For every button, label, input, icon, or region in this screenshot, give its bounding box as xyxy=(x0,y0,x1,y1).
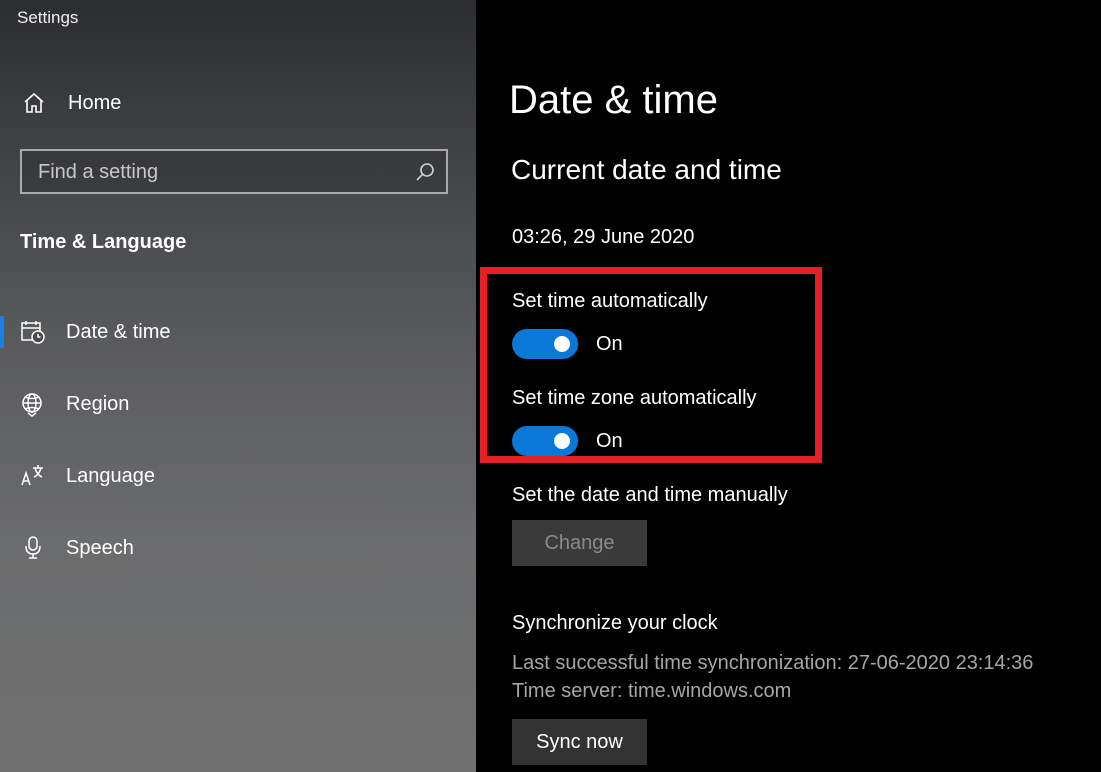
sync-now-button[interactable]: Sync now xyxy=(512,719,647,765)
sidebar-item-label: Language xyxy=(66,464,155,487)
sidebar-nav: Date & time Region Language Speech xyxy=(0,308,476,596)
search-input[interactable] xyxy=(22,151,420,194)
set-time-auto-toggle[interactable] xyxy=(512,329,578,359)
sidebar-item-label: Date & time xyxy=(66,320,171,343)
home-icon xyxy=(20,89,48,117)
home-label: Home xyxy=(68,91,122,114)
toggle-state-label: On xyxy=(596,429,623,452)
sidebar-item-speech[interactable]: Speech xyxy=(0,524,476,572)
app-title: Settings xyxy=(17,8,79,27)
language-icon xyxy=(19,462,47,490)
time-server-text: Time server: time.windows.com xyxy=(512,680,792,702)
sidebar-item-label: Speech xyxy=(66,536,134,559)
calendar-clock-icon xyxy=(19,318,47,346)
set-timezone-auto-toggle[interactable] xyxy=(512,426,578,456)
main-content: Date & time Current date and time 03:26,… xyxy=(476,0,1101,772)
last-sync-text: Last successful time synchronization: 27… xyxy=(512,652,1034,674)
sidebar-item-region[interactable]: Region xyxy=(0,380,476,428)
sync-clock-title: Synchronize your clock xyxy=(512,612,718,634)
search-box[interactable] xyxy=(20,149,448,194)
sidebar-item-date-time[interactable]: Date & time xyxy=(0,308,476,356)
section-title: Time & Language xyxy=(20,231,187,253)
set-timezone-auto-row: On xyxy=(512,426,623,456)
manual-datetime-label: Set the date and time manually xyxy=(512,484,788,506)
page-title: Date & time xyxy=(509,78,718,122)
toggle-knob xyxy=(554,336,570,352)
toggle-state-label: On xyxy=(596,332,623,355)
sidebar-item-language[interactable]: Language xyxy=(0,452,476,500)
current-datetime: 03:26, 29 June 2020 xyxy=(512,226,695,248)
section-heading: Current date and time xyxy=(511,154,782,185)
microphone-icon xyxy=(19,534,47,562)
set-time-auto-label: Set time automatically xyxy=(512,290,708,312)
set-time-auto-row: On xyxy=(512,329,623,359)
settings-window: Settings Home Time & Language xyxy=(0,0,1101,772)
sidebar-item-label: Region xyxy=(66,392,130,415)
set-timezone-auto-label: Set time zone automatically xyxy=(512,387,757,409)
home-nav-item[interactable]: Home xyxy=(20,84,460,122)
sidebar: Settings Home Time & Language xyxy=(0,0,476,772)
search-icon[interactable] xyxy=(414,161,436,183)
change-button[interactable]: Change xyxy=(512,520,647,566)
toggle-knob xyxy=(554,433,570,449)
globe-icon xyxy=(19,390,47,418)
